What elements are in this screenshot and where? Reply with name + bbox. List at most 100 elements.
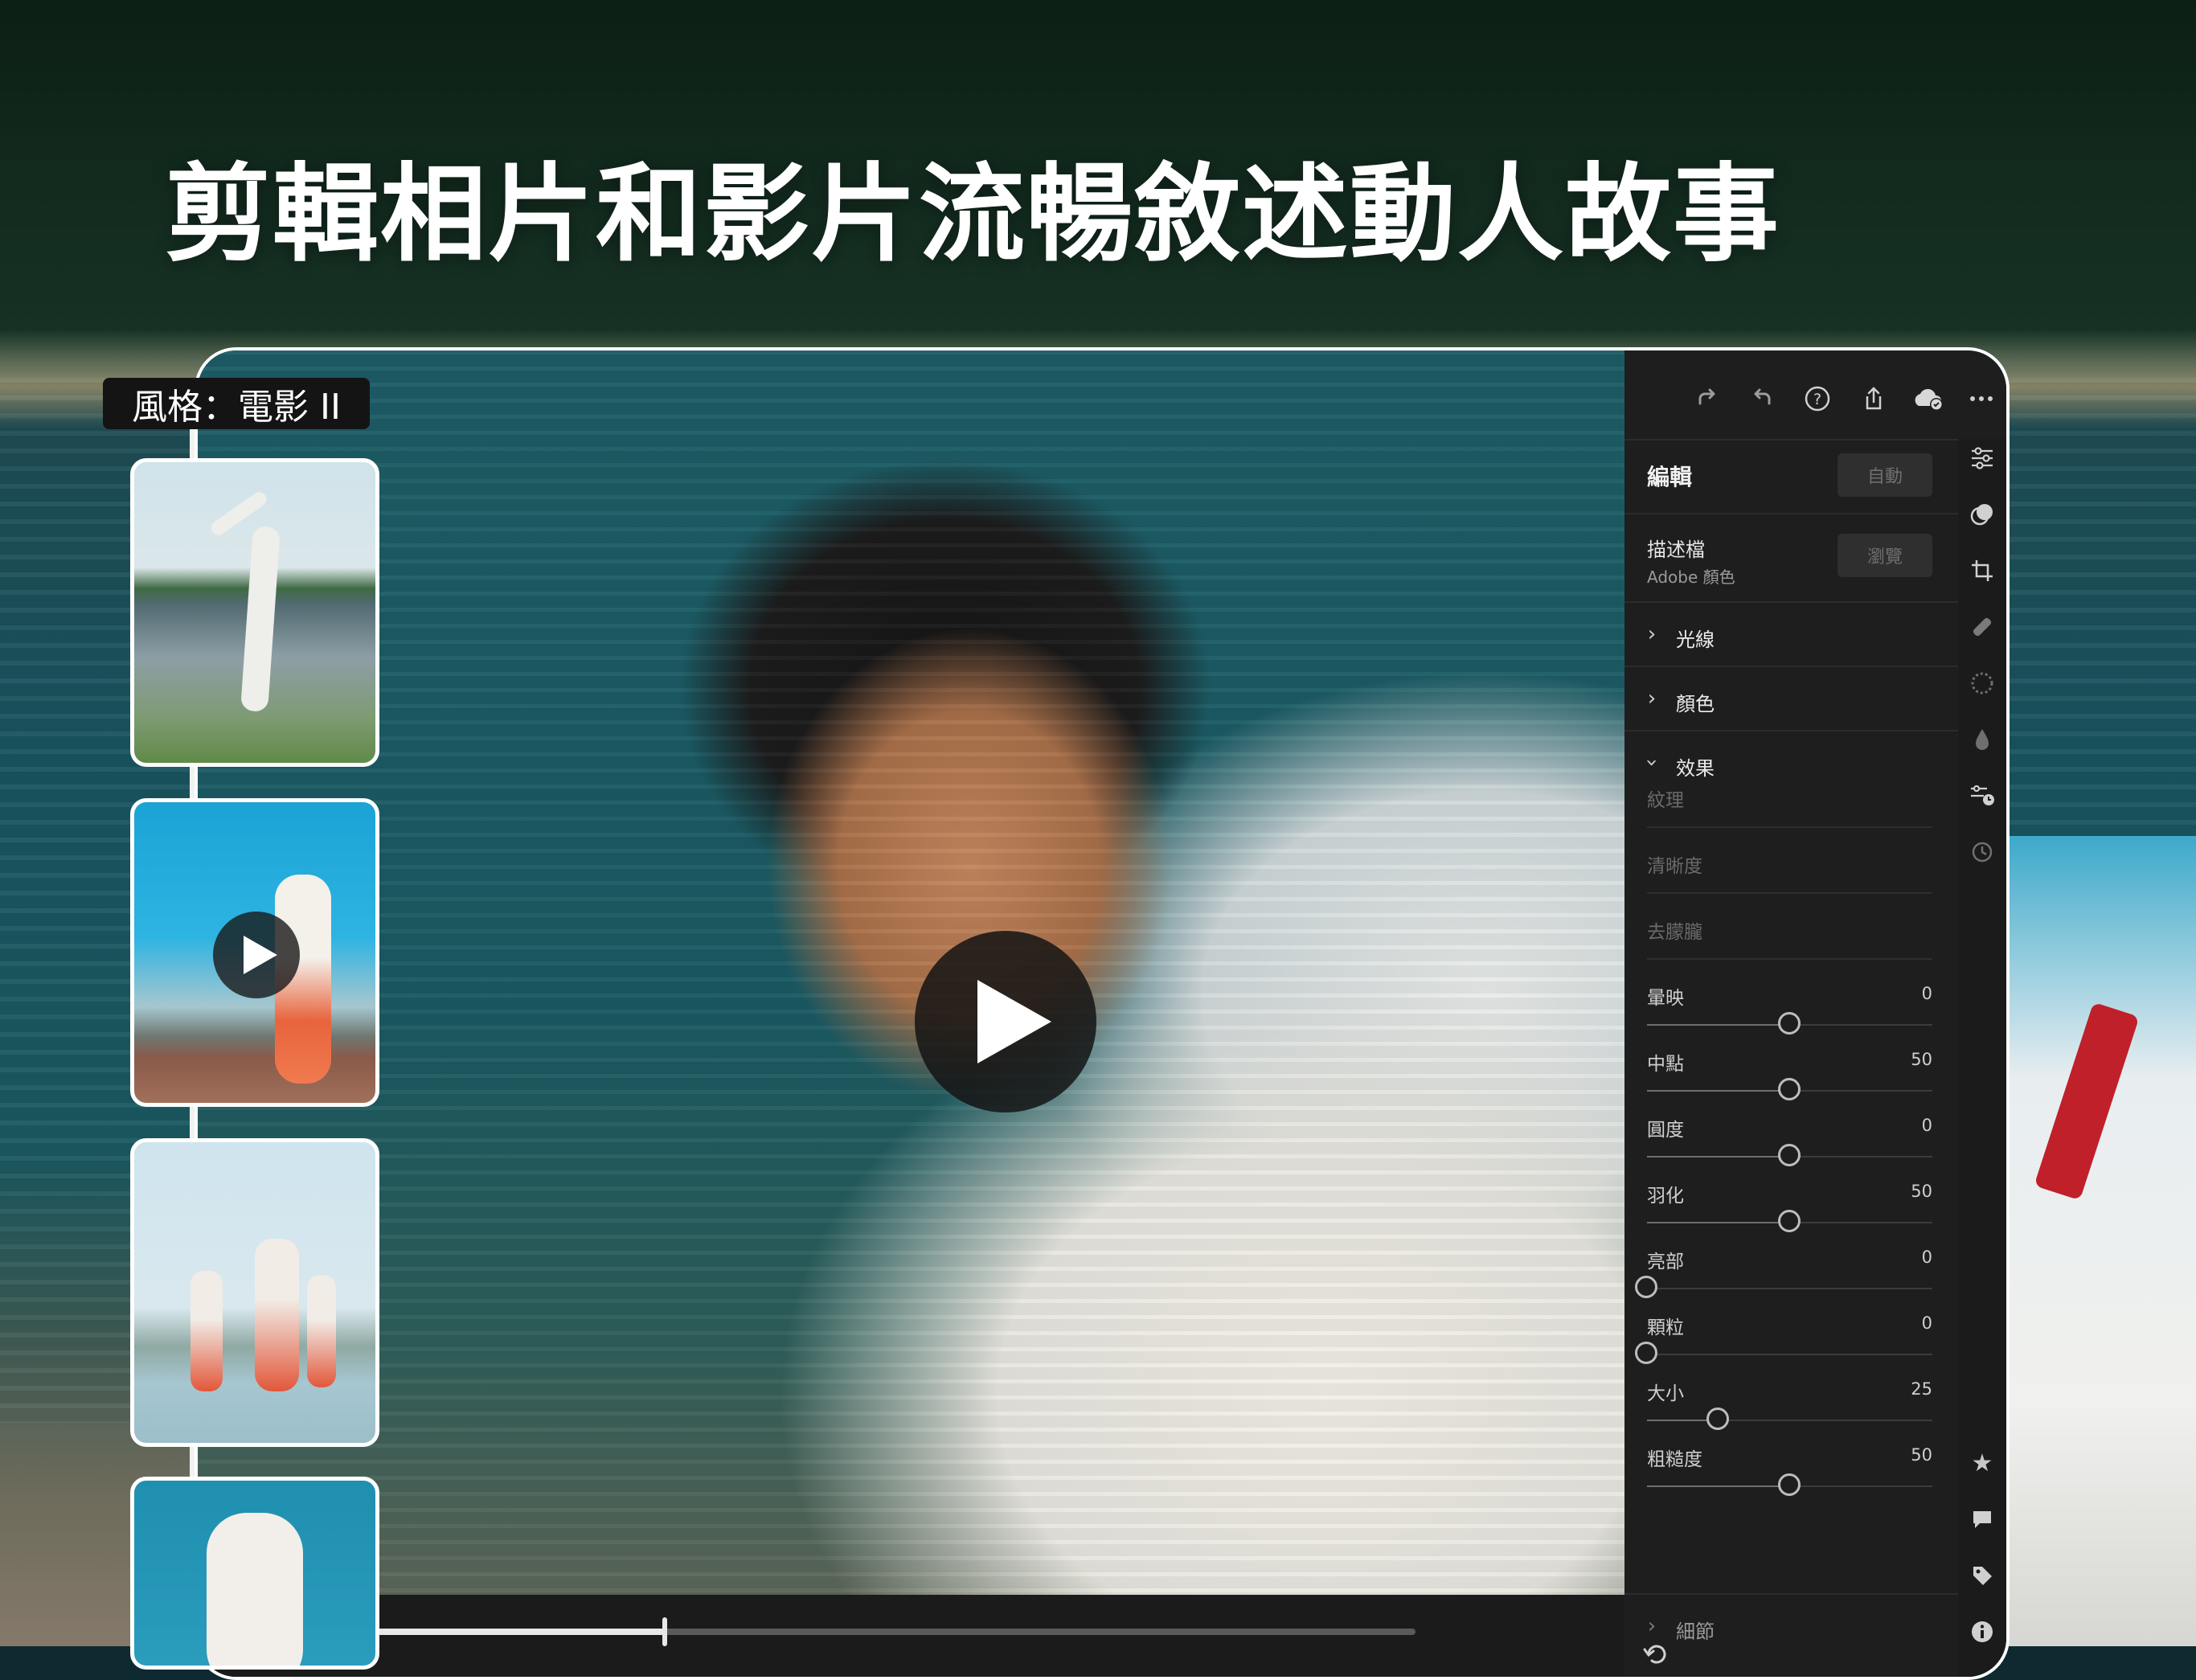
slider-fill xyxy=(1647,1485,1790,1487)
profile-value: Adobe 顏色 xyxy=(1647,568,1735,587)
slider-value: 0 xyxy=(1921,1248,1932,1267)
masking-icon[interactable] xyxy=(1965,666,2000,701)
healing-brush-icon[interactable] xyxy=(1965,609,2000,645)
thumbnail-1[interactable] xyxy=(130,458,379,767)
edit-header: 編輯 自動 xyxy=(1624,439,1958,514)
slider-track[interactable] xyxy=(1635,1342,1932,1364)
slider-divider xyxy=(1647,958,1932,960)
slider-value: 50 xyxy=(1911,1050,1932,1069)
effect-slider-row: 圓度 0 xyxy=(1624,1111,1958,1177)
edit-title: 編輯 xyxy=(1647,464,1693,490)
browse-button[interactable]: 瀏覽 xyxy=(1838,534,1932,577)
edit-panel: ? 編輯 自動 描述檔 Adobe 顏色 瀏覽 › 光線 › 顏色 › 效果 紋… xyxy=(1624,350,2006,1677)
disabled-slider-row: 去朦朧 xyxy=(1624,913,1958,979)
profile-row: 描述檔 Adobe 顏色 瀏覽 xyxy=(1624,514,1958,603)
effect-slider-row: 中點 50 xyxy=(1624,1045,1958,1111)
slider-divider xyxy=(1647,892,1932,894)
redo-icon[interactable] xyxy=(1689,381,1724,416)
slider-track[interactable] xyxy=(1647,1473,1932,1496)
edit-panel-content: 編輯 自動 描述檔 Adobe 顏色 瀏覽 › 光線 › 顏色 › 效果 紋理清… xyxy=(1624,439,1958,1677)
play-icon xyxy=(977,980,1051,1063)
thumbnail-figure xyxy=(307,1275,336,1387)
slider-label: 清晰度 xyxy=(1647,856,1702,877)
chevron-right-icon: › xyxy=(1647,1614,1657,1638)
slider-knob[interactable] xyxy=(1635,1342,1657,1364)
thumbnail-figure xyxy=(191,1271,223,1391)
tool-rail: ★ xyxy=(1958,439,2006,1677)
star-rating-icon[interactable]: ★ xyxy=(1965,1445,2000,1481)
chevron-right-icon: › xyxy=(1647,686,1657,711)
slider-track[interactable] xyxy=(1647,1078,1932,1100)
disabled-slider-row: 清晰度 xyxy=(1624,847,1958,913)
presets-icon[interactable] xyxy=(1965,497,2000,532)
slider-label: 紋理 xyxy=(1647,790,1684,811)
adjust-sliders-icon[interactable] xyxy=(1965,440,2000,476)
scrubber-track[interactable] xyxy=(278,1617,1416,1646)
slider-knob[interactable] xyxy=(1777,1210,1801,1232)
history-icon[interactable] xyxy=(1965,834,2000,870)
thumbnail-2-video[interactable] xyxy=(130,798,379,1107)
slider-knob[interactable] xyxy=(1777,1012,1801,1035)
chevron-down-icon: › xyxy=(1640,758,1664,768)
section-detail-label: 細節 xyxy=(1676,1621,1715,1643)
red-sash xyxy=(2034,1002,2140,1201)
slider-label: 圓度 xyxy=(1647,1120,1684,1141)
slider-knob[interactable] xyxy=(1635,1276,1657,1298)
slider-label: 亮部 xyxy=(1647,1252,1684,1272)
section-effects[interactable]: › 效果 xyxy=(1624,731,1958,780)
reset-icon[interactable] xyxy=(1642,1643,1671,1670)
video-scrubber-bar xyxy=(198,1595,1624,1677)
slider-label: 羽化 xyxy=(1647,1186,1684,1207)
slider-track[interactable] xyxy=(1647,1210,1932,1232)
tablet-frame: ? 編輯 自動 描述檔 Adobe 顏色 瀏覽 › 光線 › 顏色 › 效果 紋… xyxy=(195,347,2010,1680)
cloud-synced-icon[interactable] xyxy=(1911,381,1946,416)
svg-text:?: ? xyxy=(1813,391,1821,408)
photo-texture xyxy=(198,350,1624,1677)
slider-value: 50 xyxy=(1911,1182,1932,1201)
slider-value: 25 xyxy=(1911,1379,1932,1399)
auto-button[interactable]: 自動 xyxy=(1838,453,1932,497)
section-color-label: 顏色 xyxy=(1676,693,1715,715)
thumbnail-figure xyxy=(255,1239,299,1391)
slider-track[interactable] xyxy=(1635,1276,1932,1298)
slider-fill xyxy=(1647,1222,1790,1223)
thumbnail-play-button[interactable] xyxy=(213,912,300,998)
versions-icon[interactable] xyxy=(1965,778,2000,813)
slider-track[interactable] xyxy=(1647,1012,1932,1035)
effect-slider-row: 亮部 0 xyxy=(1624,1243,1958,1309)
effect-slider-row: 暈映 0 xyxy=(1624,979,1958,1045)
slider-track[interactable] xyxy=(1647,1144,1932,1166)
slider-fill xyxy=(1647,1090,1790,1092)
slider-label: 顆粒 xyxy=(1647,1317,1684,1338)
color-drop-icon[interactable] xyxy=(1965,722,2000,757)
more-icon[interactable] xyxy=(1964,381,1999,416)
thumbnail-figure xyxy=(240,526,281,712)
slider-knob[interactable] xyxy=(1706,1408,1729,1430)
section-effects-label: 效果 xyxy=(1676,757,1715,780)
slider-label: 去朦朧 xyxy=(1647,922,1702,943)
section-detail[interactable]: › 細節 xyxy=(1624,1593,1958,1657)
slider-fill xyxy=(1647,1024,1790,1026)
slider-knob[interactable] xyxy=(1777,1473,1801,1496)
section-color[interactable]: › 顏色 xyxy=(1624,667,1958,731)
slider-knob[interactable] xyxy=(1777,1144,1801,1166)
share-icon[interactable] xyxy=(1856,381,1891,416)
slider-value: 50 xyxy=(1911,1445,1932,1465)
video-play-button[interactable] xyxy=(915,931,1096,1112)
info-icon[interactable] xyxy=(1965,1614,2000,1649)
section-light[interactable]: › 光線 xyxy=(1624,603,1958,667)
play-icon xyxy=(244,936,277,974)
style-label: 風格：電影 II xyxy=(103,378,370,429)
slider-track[interactable] xyxy=(1647,1408,1932,1430)
thumbnail-4[interactable] xyxy=(130,1477,379,1670)
slider-label: 中點 xyxy=(1647,1054,1684,1075)
scrubber-handle[interactable] xyxy=(662,1617,668,1646)
help-icon[interactable]: ? xyxy=(1800,381,1835,416)
tag-icon[interactable] xyxy=(1965,1558,2000,1593)
thumbnail-3[interactable] xyxy=(130,1138,379,1447)
crop-icon[interactable] xyxy=(1965,553,2000,588)
slider-knob[interactable] xyxy=(1777,1078,1801,1100)
comment-icon[interactable] xyxy=(1965,1502,2000,1537)
undo-icon[interactable] xyxy=(1745,381,1780,416)
slider-label: 粗糙度 xyxy=(1647,1449,1702,1470)
